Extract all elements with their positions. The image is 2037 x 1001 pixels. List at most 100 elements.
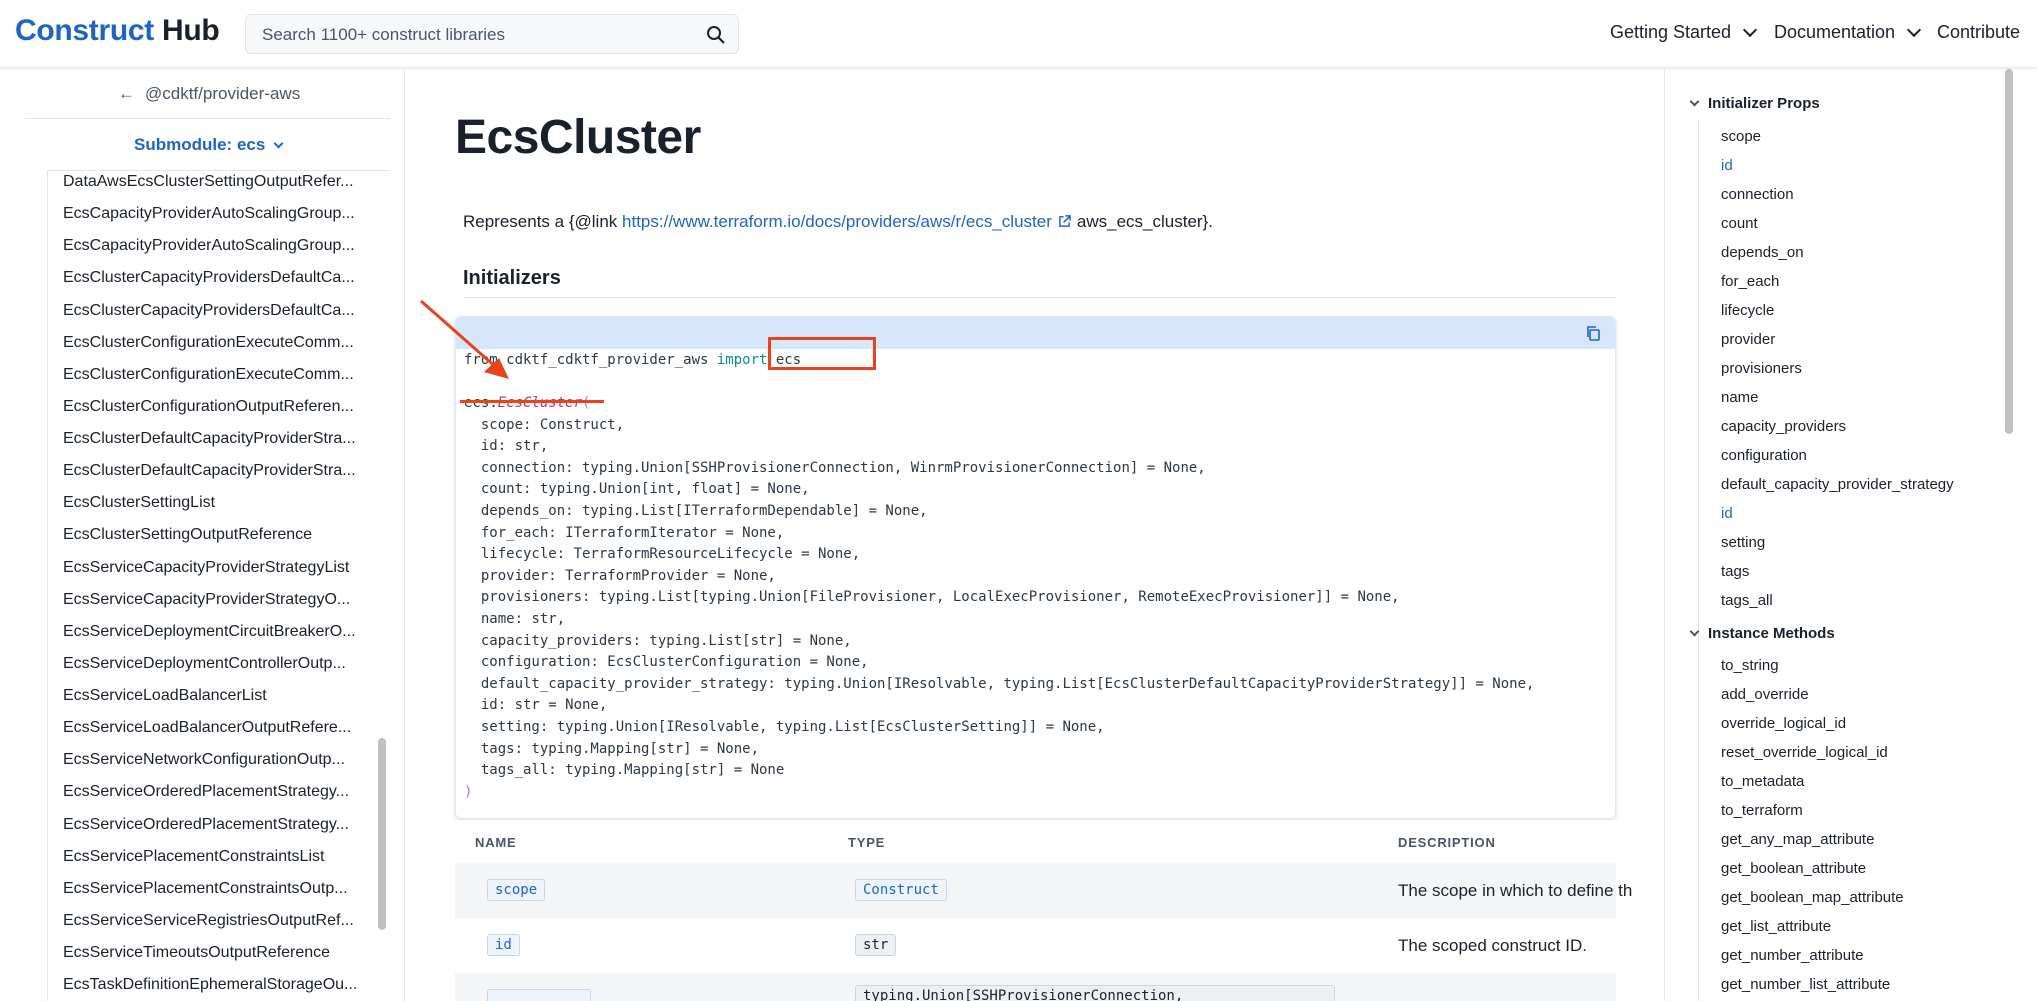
code-param-line: configuration: EcsClusterConfiguration =… (464, 654, 869, 670)
code-param-line: name: str, (464, 611, 566, 627)
list-item[interactable]: EcsClusterDefaultCapacityProviderStra... (63, 430, 356, 448)
code-param-line: id: str = None, (464, 697, 608, 713)
list-item[interactable]: EcsClusterConfigurationExecuteComm... (63, 366, 354, 384)
table-row: id str The scoped construct ID. (455, 918, 1616, 973)
external-link-icon[interactable] (1058, 215, 1071, 228)
annotation-arrow (420, 299, 509, 379)
class-list: DataAwsEcsClusterSettingOutputRefer... E… (47, 170, 390, 1001)
toc-item[interactable]: get_list_attribute (1721, 918, 1831, 935)
copy-icon[interactable] (1585, 325, 1601, 342)
toc-item[interactable]: to_string (1721, 657, 1779, 674)
nav-getting-started[interactable]: Getting Started (1610, 22, 1758, 43)
toc-item[interactable]: get_number_attribute (1721, 947, 1864, 964)
list-item[interactable]: EcsServiceLoadBalancerOutputRefere... (63, 719, 351, 737)
list-item[interactable]: EcsServicePlacementConstraintsOutp... (63, 880, 348, 898)
submodule-selector[interactable]: Submodule: ecs (134, 135, 284, 155)
toc-item[interactable]: to_metadata (1721, 773, 1804, 790)
toc-props-group: scope id connection count depends_on for… (1698, 119, 1954, 685)
nav-documentation-label: Documentation (1774, 22, 1896, 42)
toc-item[interactable]: default_capacity_provider_strategy (1721, 476, 1954, 493)
terraform-docs-link[interactable]: https://www.terraform.io/docs/providers/… (622, 212, 1052, 231)
logo-construct: Construct (15, 14, 154, 47)
construct-hub-logo[interactable]: Construct Hub (15, 14, 220, 48)
chevron-down-icon (1743, 22, 1758, 38)
chevron-down-icon (1689, 626, 1700, 637)
back-link[interactable]: ← @cdktf/provider-aws (118, 84, 300, 104)
table-row: typing.Union[SSHProvisionerConnection, (455, 973, 1616, 1001)
toc-item[interactable]: tags_all (1721, 592, 1773, 609)
toc-item[interactable]: provisioners (1721, 360, 1802, 377)
toc-item[interactable]: name (1721, 389, 1759, 406)
column-header-description: DESCRIPTION (1398, 835, 1496, 850)
toc-item[interactable]: get_number_list_attribute (1721, 976, 1890, 993)
toc-item[interactable]: add_override (1721, 686, 1809, 703)
toc-item[interactable]: get_any_map_attribute (1721, 831, 1874, 848)
list-item[interactable]: EcsServiceLoadBalancerList (63, 687, 267, 705)
nav-documentation[interactable]: Documentation (1774, 22, 1922, 43)
list-item[interactable]: EcsServiceOrderedPlacementStrategy... (63, 816, 349, 834)
code-import-keyword: import (716, 352, 768, 368)
column-header-name: NAME (475, 835, 517, 850)
list-item[interactable]: EcsServicePlacementConstraintsList (63, 848, 324, 866)
list-item[interactable]: EcsClusterConfigurationOutputReferen... (63, 398, 354, 416)
column-header-type: TYPE (848, 835, 886, 850)
toc-item[interactable]: id (1721, 505, 1733, 522)
chevron-down-icon (273, 138, 284, 149)
toc-item[interactable]: id (1721, 157, 1733, 174)
toc-item[interactable]: connection (1721, 186, 1794, 203)
right-toc: Initializer Props scope id connection co… (1664, 69, 2037, 1001)
list-item[interactable]: EcsCapacityProviderAutoScalingGroup... (63, 237, 355, 255)
list-item[interactable]: EcsClusterCapacityProvidersDefaultCa... (63, 302, 355, 320)
list-item[interactable]: EcsClusterDefaultCapacityProviderStra... (63, 462, 356, 480)
toc-item[interactable]: scope (1721, 128, 1761, 145)
param-name-badge[interactable] (487, 989, 591, 1001)
list-item[interactable]: EcsServiceTimeoutsOutputReference (63, 944, 330, 962)
toc-item[interactable]: capacity_providers (1721, 418, 1846, 435)
toc-item[interactable]: get_boolean_attribute (1721, 860, 1866, 877)
list-item[interactable]: EcsClusterSettingOutputReference (63, 526, 312, 544)
list-item[interactable]: EcsServiceOrderedPlacementStrategy... (63, 783, 349, 801)
toc-section-label: Initializer Props (1708, 95, 1820, 112)
param-type-badge[interactable]: Construct (855, 879, 947, 901)
toc-item[interactable]: lifecycle (1721, 302, 1774, 319)
list-item[interactable]: EcsServiceDeploymentCircuitBreakerO... (63, 623, 356, 641)
toc-item[interactable]: setting (1721, 534, 1765, 551)
page-scrollbar[interactable] (2005, 69, 2013, 434)
list-item[interactable]: EcsServiceDeploymentControllerOutp... (63, 655, 346, 673)
toc-methods-group: to_string add_override override_logical_… (1698, 649, 1904, 1001)
code-ctor-close: ) (464, 784, 473, 800)
search-box[interactable]: Search 1100+ construct libraries (245, 14, 739, 54)
list-item[interactable]: EcsClusterConfigurationExecuteComm... (63, 334, 354, 352)
code-param-line: provider: TerraformProvider = None, (464, 568, 776, 584)
list-item[interactable]: DataAwsEcsClusterSettingOutputRefer... (63, 173, 354, 191)
toc-item[interactable]: get_boolean_map_attribute (1721, 889, 1904, 906)
chevron-down-icon (1689, 96, 1700, 107)
param-name-badge[interactable]: id (487, 934, 520, 956)
toc-item[interactable]: count (1721, 215, 1758, 232)
list-item[interactable]: EcsServiceCapacityProviderStrategyO... (63, 591, 350, 609)
search-input[interactable]: Search 1100+ construct libraries (262, 25, 505, 45)
list-item[interactable]: EcsClusterCapacityProvidersDefaultCa... (63, 269, 355, 287)
toc-item[interactable]: for_each (1721, 273, 1779, 290)
list-item[interactable]: EcsServiceNetworkConfigurationOutp... (63, 751, 345, 769)
toc-item[interactable]: configuration (1721, 447, 1807, 464)
toc-item[interactable]: override_logical_id (1721, 715, 1846, 732)
list-item[interactable]: EcsCapacityProviderAutoScalingGroup... (63, 205, 355, 223)
list-item[interactable]: EcsTaskDefinitionEphemeralStorageOu... (63, 976, 357, 994)
toc-section-instance-methods[interactable]: Instance Methods (1689, 625, 1835, 642)
toc-section-initializer-props[interactable]: Initializer Props (1689, 95, 1820, 112)
list-item[interactable]: EcsClusterSettingList (63, 494, 215, 512)
toc-item[interactable]: tags (1721, 563, 1749, 580)
sidebar-scrollbar[interactable] (378, 738, 386, 930)
list-item[interactable]: EcsServiceCapacityProviderStrategyList (63, 559, 349, 577)
nav-contribute[interactable]: Contribute (1937, 22, 2020, 43)
table-header: NAME TYPE DESCRIPTION (455, 820, 1616, 863)
toc-item[interactable]: to_terraform (1721, 802, 1803, 819)
toc-item[interactable]: provider (1721, 331, 1775, 348)
toc-item[interactable]: depends_on (1721, 244, 1804, 261)
list-item[interactable]: EcsServiceServiceRegistriesOutputRef... (63, 912, 354, 930)
param-name-badge[interactable]: scope (487, 879, 546, 901)
code-block-header (456, 317, 1615, 349)
toc-item[interactable]: reset_override_logical_id (1721, 744, 1888, 761)
search-icon[interactable] (706, 25, 726, 45)
